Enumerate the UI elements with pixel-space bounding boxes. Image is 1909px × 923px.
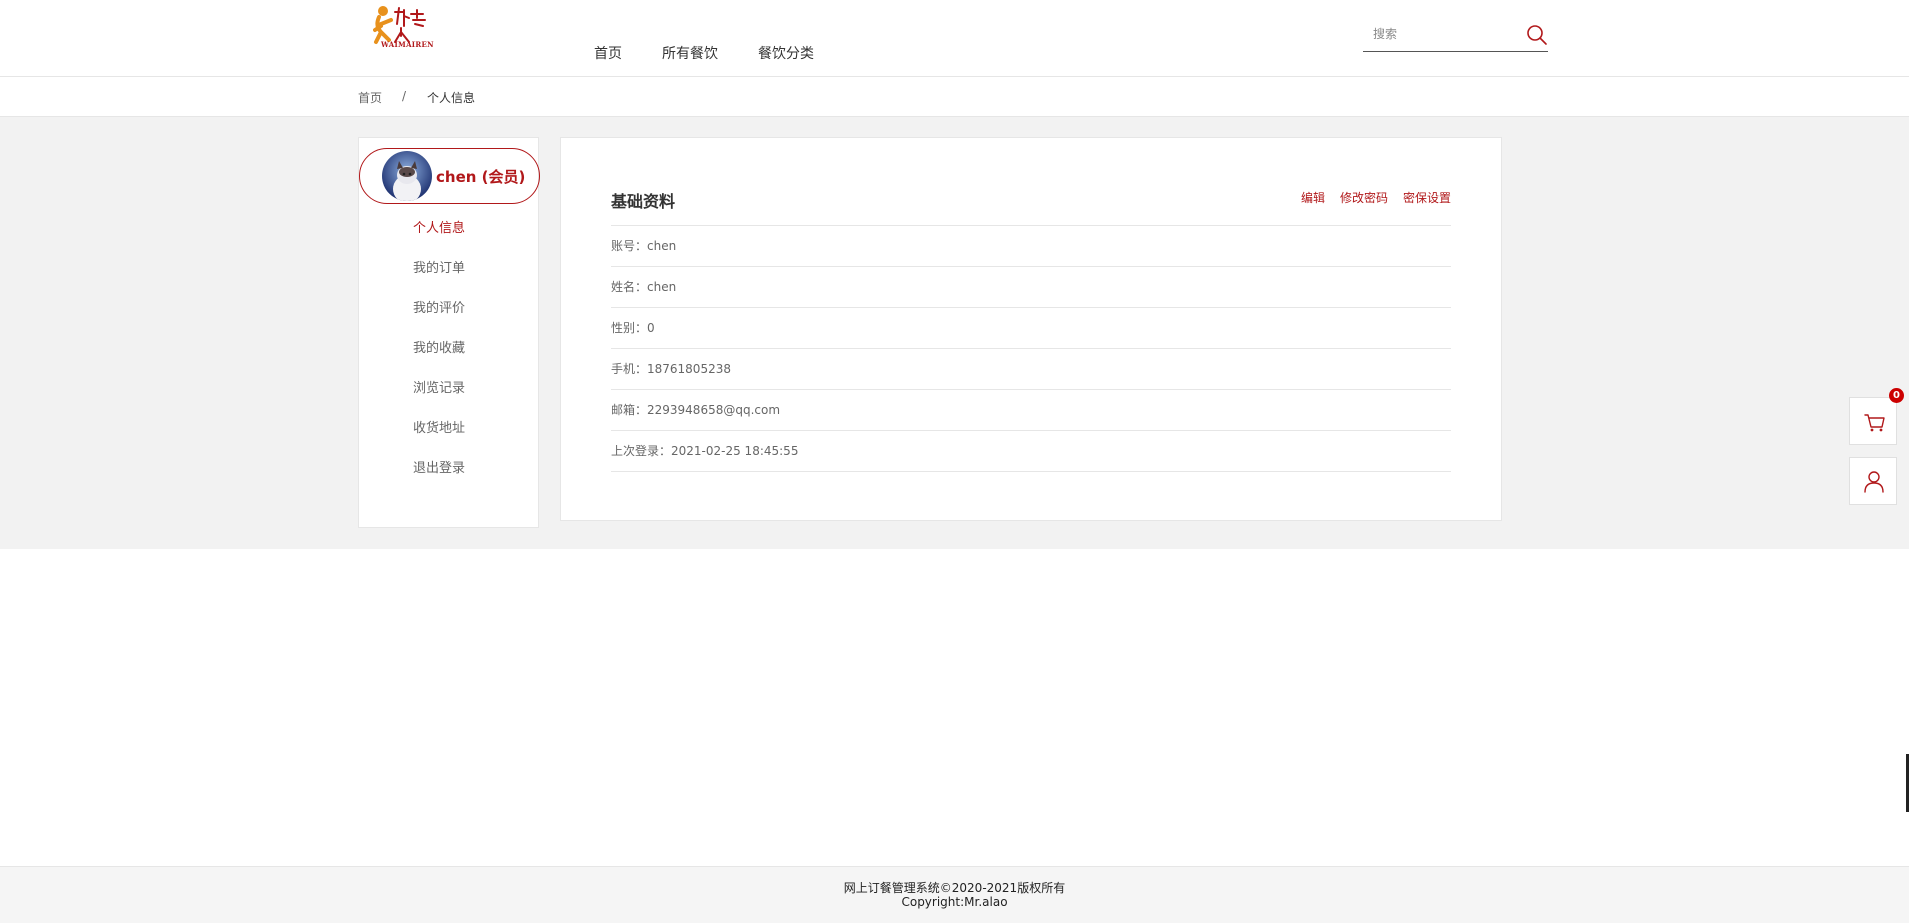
cart-icon xyxy=(1864,414,1885,432)
profile-card: 基础资料 编辑 修改密码 密保设置 账号：chen 姓名：chen 性别：0 手… xyxy=(560,137,1502,521)
info-email: 邮箱：2293948658@qq.com xyxy=(611,403,781,417)
divider xyxy=(611,430,1451,431)
card-actions: 编辑 修改密码 密保设置 xyxy=(1286,189,1451,206)
breadcrumb-separator: / xyxy=(402,89,407,103)
site-footer: 网上订餐管理系统©2020-2021版权所有 Copyright:Mr.alao xyxy=(0,866,1909,923)
info-phone: 手机：18761805238 xyxy=(611,362,731,376)
user-name: chen (会员) xyxy=(436,168,526,186)
search-input[interactable] xyxy=(1371,26,1525,42)
divider xyxy=(611,389,1451,390)
divider xyxy=(611,266,1451,267)
search-box xyxy=(1363,22,1548,52)
footer-copyright: 网上订餐管理系统©2020-2021版权所有 xyxy=(843,881,1066,895)
info-account: 账号：chen xyxy=(611,239,677,253)
sidebar-item-profile[interactable]: 个人信息 xyxy=(413,217,465,236)
change-password-link[interactable]: 修改密码 xyxy=(1340,189,1388,206)
breadcrumb-current: 个人信息 xyxy=(427,91,476,105)
nav-all-restaurants[interactable]: 所有餐饮 xyxy=(662,43,718,63)
breadcrumb-home[interactable]: 首页 xyxy=(358,89,382,106)
main-nav: 首页 所有餐饮 餐饮分类 xyxy=(594,43,854,63)
sidebar-item-addresses[interactable]: 收货地址 xyxy=(413,417,465,436)
search-icon[interactable] xyxy=(1526,24,1548,46)
user-profile-pill[interactable]: chen (会员) xyxy=(359,148,540,204)
user-icon xyxy=(1864,471,1884,493)
sidebar-item-logout[interactable]: 退出登录 xyxy=(413,457,465,476)
logo-text: WAIMAIREN xyxy=(381,40,434,49)
sidebar-item-orders[interactable]: 我的订单 xyxy=(413,257,465,276)
sidebar-item-reviews[interactable]: 我的评价 xyxy=(413,297,465,316)
security-settings-link[interactable]: 密保设置 xyxy=(1403,189,1451,206)
divider xyxy=(611,471,1451,472)
breadcrumb: 首页 / 个人信息 xyxy=(0,77,1909,117)
info-gender: 性别：0 xyxy=(611,321,655,335)
divider xyxy=(611,307,1451,308)
site-header: WAIMAIREN 首页 所有餐饮 餐饮分类 xyxy=(0,0,1909,77)
sidebar-item-history[interactable]: 浏览记录 xyxy=(413,377,465,396)
user-center-button[interactable] xyxy=(1849,457,1897,505)
info-name: 姓名：chen xyxy=(611,280,677,294)
avatar xyxy=(382,151,432,201)
footer-author: Copyright:Mr.alao xyxy=(901,895,1008,909)
info-last-login: 上次登录：2021-02-25 18:45:55 xyxy=(611,444,799,458)
divider xyxy=(611,348,1451,349)
cart-button[interactable] xyxy=(1849,397,1897,445)
edit-link[interactable]: 编辑 xyxy=(1301,189,1325,206)
divider xyxy=(611,225,1451,226)
user-sidebar: chen (会员) 个人信息 我的订单 我的评价 我的收藏 浏览记录 收货地址 … xyxy=(358,137,540,528)
card-title: 基础资料 xyxy=(611,192,676,211)
nav-home[interactable]: 首页 xyxy=(594,43,622,63)
sidebar-item-favorites[interactable]: 我的收藏 xyxy=(413,337,465,356)
nav-categories[interactable]: 餐饮分类 xyxy=(758,43,814,63)
cart-count-badge: 0 xyxy=(1889,388,1904,403)
